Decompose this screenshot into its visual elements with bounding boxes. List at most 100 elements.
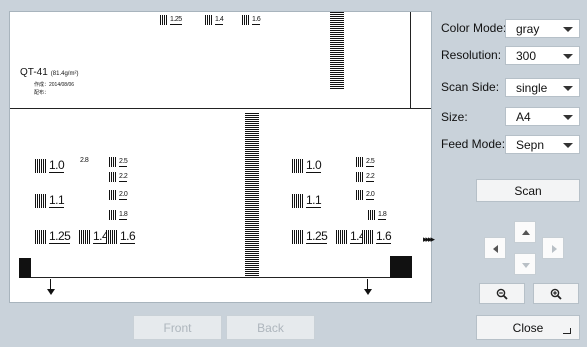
resolution-patch: 1.8 (109, 210, 128, 220)
select-value: A4 (516, 110, 531, 124)
patch-label: 1.1 (306, 193, 322, 208)
resolution-patch: 1.6 (242, 15, 261, 25)
line-pattern (109, 210, 117, 220)
chevron-down-icon (563, 86, 573, 91)
resolution-patch: 1.4 (205, 15, 224, 25)
line-pattern (35, 194, 47, 208)
patch-label: 1.6 (252, 16, 261, 25)
back-button[interactable]: Back (226, 315, 315, 340)
patch-label: 1.0 (306, 158, 322, 173)
close-button[interactable]: Close (476, 315, 580, 340)
size-select[interactable]: A4 (505, 107, 580, 126)
resolution-label: Resolution: (441, 48, 502, 62)
resolution-patch: 1.4 (336, 230, 366, 244)
line-pattern (106, 230, 118, 244)
line-pattern (109, 172, 117, 182)
resize-grip-icon (563, 328, 571, 334)
patch-label: 1.25 (306, 229, 328, 244)
patch-label: 2.2 (119, 173, 128, 182)
resolution-patch: 2.2 (109, 172, 128, 182)
line-pattern (205, 15, 213, 25)
chevron-down-icon (563, 115, 573, 120)
resolution-patch: 1.1 (292, 193, 322, 208)
patch-label: 1.4 (215, 16, 224, 25)
resolution-patch: 2.0 (109, 190, 128, 200)
color-mode-label: Color Mode: (441, 21, 507, 35)
arrow-down-icon (47, 279, 55, 295)
stripe-bar (330, 12, 344, 90)
color-mode-select[interactable]: gray (505, 19, 580, 38)
resolution-patch: 1.0 (292, 158, 322, 173)
patch-label: 1.6 (376, 229, 392, 244)
close-label: Close (512, 320, 544, 335)
patch-label: 1.1 (49, 193, 65, 208)
resolution-patch: 1.6 (362, 229, 392, 244)
resolution-patch: 2.2 (356, 172, 375, 182)
zoom-in-button[interactable] (533, 283, 579, 304)
line-pattern (356, 190, 364, 200)
chevron-down-icon (563, 143, 573, 148)
registration-mark (390, 256, 412, 278)
zoom-out-icon (496, 288, 508, 300)
chart-meta: 作成：2014/08/06 配布： (34, 81, 74, 97)
patch-label: 2.5 (119, 158, 128, 167)
arrow-down-icon (364, 279, 372, 295)
select-value: gray (516, 22, 540, 36)
scanner-dialog: 1.25 1.4 1.6 QT-41 (81.4g/m²) 作成：2014/08/… (0, 0, 587, 347)
resolution-patch: 1.1 (35, 193, 65, 208)
resolution-patch: 2.0 (356, 190, 375, 200)
resolution-patch: 1.0 (35, 158, 65, 173)
pan-right-button[interactable] (542, 237, 564, 259)
arrow-down-icon (522, 263, 530, 268)
arrow-left-icon (493, 245, 498, 253)
pan-down-button[interactable] (514, 253, 536, 275)
front-button[interactable]: Front (133, 315, 222, 340)
preview-divider (19, 277, 412, 278)
select-value: Sepn (516, 138, 545, 152)
line-pattern (292, 159, 304, 173)
line-pattern (109, 157, 117, 167)
resolution-select[interactable]: 300 (505, 46, 580, 65)
patch-label: 1.8 (119, 211, 128, 220)
scan-side-label: Scan Side: (441, 80, 500, 94)
patch-label: 1.6 (120, 229, 136, 244)
arrow-up-icon (522, 230, 530, 235)
line-pattern (79, 230, 91, 244)
resolution-patch: 1.25 (160, 15, 182, 25)
select-value: single (516, 81, 548, 95)
resolution-patch: 1.25 (292, 229, 328, 244)
scan-side-select[interactable]: single (505, 78, 580, 97)
patch-label: 2.8 (80, 157, 89, 164)
line-pattern (362, 230, 374, 244)
scan-button[interactable]: Scan (476, 179, 580, 202)
registration-mark (19, 258, 31, 278)
resolution-patch: 1.8 (368, 210, 387, 220)
resolution-patch: 1.6 (106, 229, 136, 244)
arrow-right-icon (552, 245, 557, 253)
stripe-bar (245, 113, 259, 276)
chevron-down-icon (563, 54, 573, 59)
feed-mode-label: Feed Mode: (441, 137, 506, 151)
line-pattern (356, 172, 364, 182)
preview-divider (10, 108, 431, 109)
line-pattern (35, 159, 47, 173)
patch-label: 2.0 (119, 191, 128, 200)
zoom-in-icon (550, 288, 562, 300)
zoom-out-button[interactable] (479, 283, 525, 304)
patch-label: 2.5 (366, 158, 375, 167)
scan-preview[interactable]: 1.25 1.4 1.6 QT-41 (81.4g/m²) 作成：2014/08/… (10, 12, 431, 302)
preview-divider (410, 12, 411, 108)
patch-label: 1.0 (49, 158, 65, 173)
pan-left-button[interactable] (484, 237, 506, 259)
line-pattern (292, 230, 304, 244)
feed-mode-select[interactable]: Sepn (505, 135, 580, 154)
pan-up-button[interactable] (514, 221, 536, 243)
line-pattern (109, 190, 117, 200)
line-pattern (292, 194, 304, 208)
resolution-patch: 2.5 (109, 157, 128, 167)
patch-label: 1.25 (49, 229, 71, 244)
distribution: 配布： (34, 90, 50, 96)
paper-weight: (81.4g/m²) (50, 71, 79, 77)
chart-id: QT-41 (20, 67, 48, 78)
patch-label: 2.2 (366, 173, 375, 182)
